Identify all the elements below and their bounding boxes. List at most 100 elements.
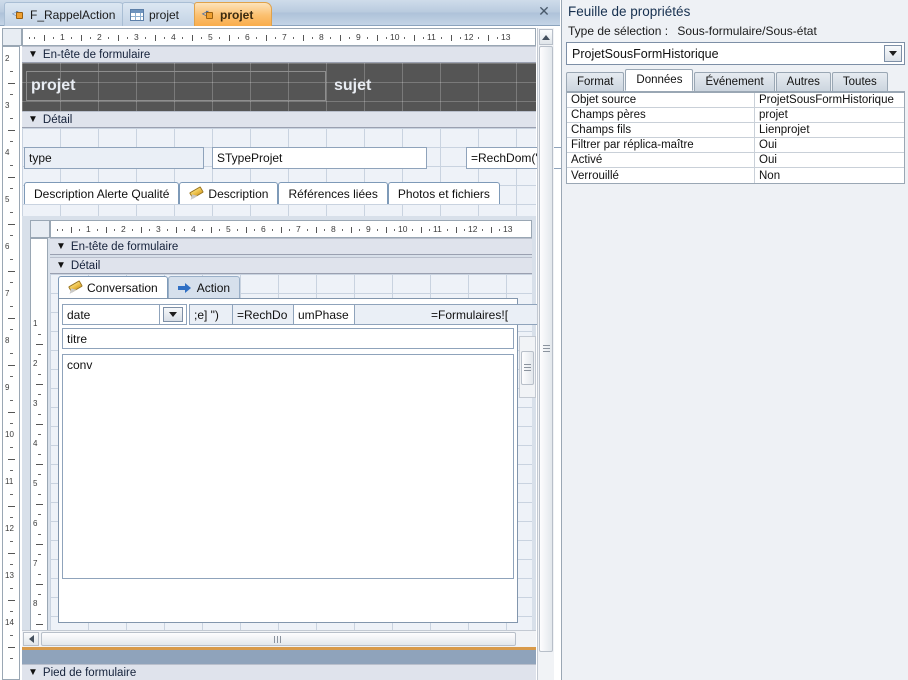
property-key: Filtrer par réplica-maître (567, 138, 755, 152)
subform-horizontal-scrollbar[interactable] (22, 630, 536, 647)
ruler-minor-tick (10, 376, 13, 378)
tab-label: Autres (786, 76, 820, 88)
close-icon[interactable]: ✕ (536, 4, 552, 20)
tab-format[interactable]: Format (566, 72, 625, 91)
ruler-minor-tick (311, 37, 313, 39)
ruler-minor-tick (10, 352, 13, 354)
tab-label: Événement (705, 76, 764, 88)
ruler-major-tick: 12 (464, 32, 474, 42)
conv-textbox[interactable]: conv (62, 354, 514, 579)
ruler-mid-tick (8, 552, 15, 554)
property-value[interactable]: Oui (755, 153, 904, 167)
ruler-mid-tick (315, 227, 317, 233)
tab-description[interactable]: Description (179, 182, 279, 204)
ruler-minor-tick (10, 164, 13, 166)
tab-page-conversation: date ;e] ") hase]";"phase";"[N°] =RechDo… (58, 298, 547, 623)
section-label: En-tête de formulaire (70, 240, 179, 253)
property-row[interactable]: Objet source ProjetSousFormHistorique (567, 93, 904, 108)
section-collapse-icon: ▼ (28, 114, 38, 125)
section-header-inner[interactable]: ▼ En-tête de formulaire (50, 238, 532, 255)
object-selector-combobox[interactable]: ProjetSousFormHistorique (566, 42, 905, 65)
ruler-minor-tick (200, 37, 202, 39)
vertical-ruler-outer: 2 3 4 5 6 7 8 9 10 11 12 13 14 (2, 46, 20, 680)
ruler-minor-tick (71, 37, 73, 39)
tab-description-alerte-qualite[interactable]: Description Alerte Qualité (24, 182, 180, 204)
rechdom-partial-textbox[interactable]: =RechDo (232, 304, 294, 325)
document-tab-projet-datasheet[interactable]: projet (122, 2, 197, 26)
tab-toutes[interactable]: Toutes (831, 72, 888, 91)
date-combobox-dropdown[interactable] (159, 304, 187, 325)
property-value[interactable]: projet (755, 108, 904, 122)
section-header-outer[interactable]: ▼ En-tête de formulaire (22, 46, 536, 63)
ruler-major-tick: 5 (208, 32, 213, 42)
outer-tab-control: Description Alerte Qualité Description R… (24, 182, 500, 204)
titre-textbox[interactable]: titre (62, 328, 514, 349)
tab-autres[interactable]: Autres (775, 72, 831, 91)
sujet-header-label[interactable]: sujet (330, 71, 530, 101)
projet-header-label[interactable]: projet (26, 71, 326, 101)
property-row[interactable]: Champs pères projet (567, 108, 904, 123)
ruler-minor-tick (422, 37, 424, 39)
type-textbox[interactable]: type (24, 147, 204, 169)
property-row[interactable]: Filtrer par réplica-maître Oui (567, 138, 904, 153)
ruler-mid-tick (490, 227, 492, 233)
ruler-mid-tick (280, 227, 282, 233)
ruler-major-tick: 3 (33, 399, 38, 408)
tab-references-liees[interactable]: Références liées (278, 182, 388, 204)
chevron-down-icon[interactable] (884, 45, 902, 62)
scroll-up-icon[interactable] (539, 29, 553, 45)
ruler-minor-tick (38, 434, 41, 435)
ruler-mid-tick (265, 35, 267, 41)
ruler-major-tick: 1 (86, 224, 91, 234)
object-selector-value: ProjetSousFormHistorique (572, 46, 719, 61)
design-pane-vertical-scrollbar[interactable] (537, 28, 554, 680)
section-label: En-tête de formulaire (42, 48, 151, 61)
ruler-major-tick: 13 (503, 224, 513, 234)
stypeprojet-combobox[interactable]: STypeProjet (212, 147, 427, 169)
ruler-minor-tick (38, 574, 41, 575)
ruler-mid-tick (210, 227, 212, 233)
access-form-design-window: F_RappelAction projet projet ✕ 1 23456789… (0, 0, 908, 680)
property-sheet-tabs: Format Données Événement Autres Toutes (566, 69, 905, 92)
ruler-minor-tick (10, 493, 13, 495)
property-row[interactable]: Verrouillé Non (567, 168, 904, 183)
property-value[interactable]: Oui (755, 138, 904, 152)
ruler-mid-tick (43, 35, 45, 41)
scroll-left-icon[interactable] (23, 632, 39, 646)
document-tab-f-rappelaction[interactable]: F_RappelAction (4, 2, 126, 26)
ruler-major-tick: 13 (501, 32, 511, 42)
date-combobox[interactable]: date (62, 304, 172, 325)
section-detail-inner[interactable]: ▼ Détail (50, 257, 532, 274)
subform-design-container: 12345678910111213 123456789 ▼ En-tête de… (22, 216, 547, 662)
ruler-major-tick: 7 (5, 289, 10, 298)
property-value[interactable]: ProjetSousFormHistorique (755, 93, 904, 107)
ruler-mid-tick (8, 82, 15, 84)
pencil-icon (189, 187, 203, 200)
header-section-canvas: projet sujet (22, 63, 536, 111)
property-row[interactable]: Champs fils Lienprojet (567, 123, 904, 138)
numphase-textbox[interactable]: umPhase (293, 304, 355, 325)
ruler-minor-tick (254, 229, 256, 231)
ruler-mid-tick (117, 35, 119, 41)
ruler-minor-tick (237, 37, 239, 39)
section-footer-outer[interactable]: ▼ Pied de formulaire (22, 664, 536, 680)
detail-section-canvas: type STypeProjet =RechDom(" Description … (22, 128, 586, 216)
chevron-down-icon[interactable] (163, 307, 183, 322)
document-tab-projet-design[interactable]: projet (194, 2, 272, 26)
tab-donnees[interactable]: Données (625, 69, 694, 91)
tab-label: Données (636, 74, 683, 86)
property-value[interactable]: Non (755, 168, 904, 183)
tab-photos-et-fichiers[interactable]: Photos et fichiers (387, 182, 500, 204)
tab-evenement[interactable]: Événement (694, 72, 775, 91)
tab-action[interactable]: Action (167, 276, 241, 298)
property-row[interactable]: Activé Oui (567, 153, 904, 168)
section-detail-outer[interactable]: ▼ Détail (22, 111, 536, 128)
ruler-minor-tick (52, 37, 54, 39)
ruler-minor-tick (394, 229, 396, 231)
ruler-minor-tick (38, 394, 41, 395)
ruler-minor-tick (324, 229, 326, 231)
tab-conversation[interactable]: Conversation (58, 276, 168, 298)
property-value[interactable]: Lienprojet (755, 123, 904, 137)
formulaires-expression-textbox[interactable]: =Formulaires![ (427, 304, 547, 325)
subform-vertical-scrollbar[interactable] (519, 336, 536, 398)
